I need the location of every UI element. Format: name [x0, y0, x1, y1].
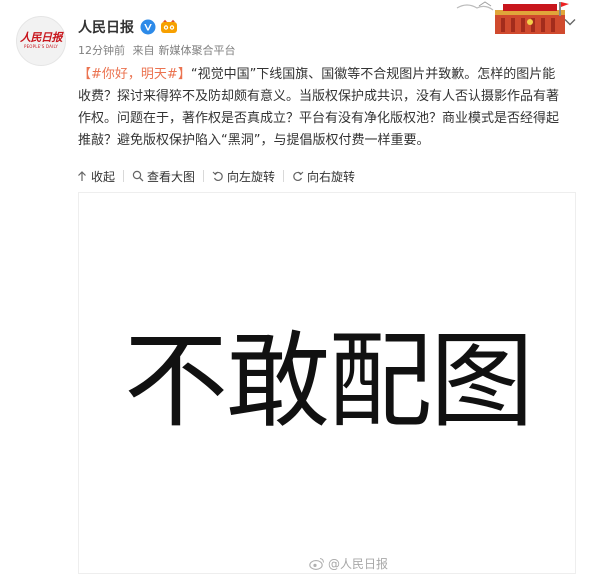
- bracket-open: 【: [78, 67, 92, 82]
- bracket-close: 】: [177, 67, 191, 82]
- rotate-right-label: 向右旋转: [307, 169, 356, 184]
- post-time[interactable]: 12分钟前: [78, 44, 125, 57]
- post-source[interactable]: 新媒体聚合平台: [159, 44, 236, 57]
- avatar[interactable]: 人民日报 PEOPLE'S DAILY: [16, 16, 66, 66]
- view-large-label: 查看大图: [147, 169, 196, 184]
- post-meta: 12分钟前 来自 新媒体聚合平台: [78, 42, 240, 58]
- collapse-button[interactable]: 收起: [76, 168, 115, 185]
- weibo-post-card: 人民日报 PEOPLE'S DAILY 人民日报 12分钟前 来自 新媒体聚合平台: [0, 0, 593, 586]
- rotate-left-button[interactable]: 向左旋转: [212, 168, 275, 185]
- chevron-down-icon: [564, 19, 576, 26]
- divider: [203, 170, 205, 182]
- rotate-right-button[interactable]: 向右旋转: [292, 168, 355, 185]
- verified-v-icon[interactable]: [140, 19, 156, 35]
- watermark-text: @人民日报: [328, 557, 389, 571]
- avatar-logo-subtext: PEOPLE'S DAILY: [23, 44, 59, 49]
- image-text: 不敢配图: [123, 320, 534, 442]
- vip-badge-icon[interactable]: [160, 19, 178, 35]
- author-row: 人民日报: [78, 17, 178, 37]
- post-text: 【#你好，明天#】“视觉中国”下线国旗、国徽等不合规图片并致歉。怎样的图片能收费…: [78, 64, 568, 152]
- post-image[interactable]: 不敢配图 @人民日报: [78, 192, 576, 574]
- view-large-button[interactable]: 查看大图: [132, 168, 195, 185]
- author-name[interactable]: 人民日报: [78, 17, 134, 37]
- image-actions-bar: 收起 查看大图 向左旋转 向右旋转: [76, 167, 355, 185]
- hashtag-link[interactable]: #你好，明天#: [91, 67, 178, 82]
- divider: [123, 170, 125, 182]
- source-prefix: 来自: [132, 44, 155, 57]
- rotate-left-label: 向左旋转: [227, 169, 276, 184]
- avatar-logo-text: 人民日报: [20, 31, 63, 44]
- divider: [283, 170, 285, 182]
- rotate-right-icon: [293, 171, 304, 182]
- rotate-left-icon: [212, 171, 223, 182]
- collapse-arrow-icon: [78, 171, 86, 181]
- more-options-button[interactable]: [560, 12, 580, 32]
- collapse-label: 收起: [91, 169, 116, 184]
- image-watermark: @人民日报: [309, 555, 388, 572]
- zoom-search-icon: [132, 170, 144, 182]
- weibo-watermark-icon: [309, 558, 324, 570]
- decorative-banner: [455, 0, 570, 38]
